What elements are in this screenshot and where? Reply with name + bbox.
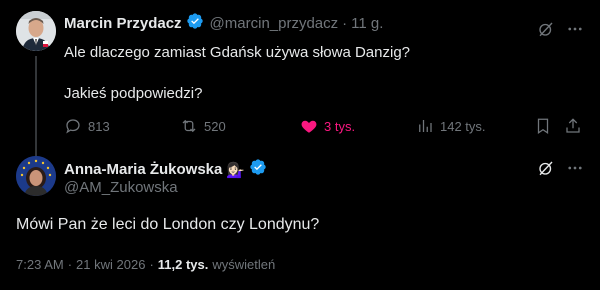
bookmark-button[interactable] [534,117,552,135]
dot-separator: · [67,257,73,272]
avatar-marcin[interactable] [16,11,56,51]
dot-separator: · [149,257,154,272]
author-name[interactable]: Marcin Przydacz [64,15,182,32]
more-icon[interactable] [566,20,584,43]
bookmark-icon [537,118,549,134]
retweet-button[interactable]: 520 [180,117,226,135]
like-count: 3 tys. [324,118,356,134]
views-count: 142 tys. [440,118,486,134]
reply-count: 813 [88,118,110,134]
views-label: wyświetleń [212,257,276,272]
author-name[interactable]: Anna-Maria Żukowska [64,161,222,178]
retweet-count: 520 [204,118,226,134]
author-handle[interactable]: @AM_Zukowska [64,179,178,196]
tweet-date[interactable]: 21 kwi 2026 [76,257,145,272]
author-emoji: 💁🏻‍♀️ [226,161,246,179]
reply-button[interactable]: 813 [64,117,110,135]
retweet-icon [182,119,196,133]
reply-icon [66,119,80,134]
verified-badge-icon[interactable] [186,12,204,35]
share-button[interactable] [564,117,582,135]
share-icon [566,118,580,133]
like-icon [301,120,317,133]
views-count: 11,2 tys. [157,257,209,272]
verified-badge-icon[interactable] [249,158,267,181]
dot-separator: · [342,15,348,32]
avatar-anna-maria[interactable] [16,156,56,196]
like-button[interactable]: 3 tys. [300,117,355,135]
grok-icon[interactable] [537,159,555,182]
tweet-text: Mówi Pan że leci do London czy Londynu? [16,216,320,233]
views-button[interactable]: 142 tys. [416,117,486,135]
tweet-text-line2: Jakieś podpowiedzi? [64,85,203,102]
grok-icon[interactable] [537,20,555,43]
tweet-metadata: 7:23 AM · 21 kwi 2026 · 11,2 tys. wyświe… [16,257,275,272]
author-handle[interactable]: @marcin_przydacz [210,15,339,32]
more-icon[interactable] [566,159,584,182]
tweet-time[interactable]: 11 g. [351,15,383,32]
avatar-anna-maria-image [16,156,56,196]
thread-connector-line [35,56,37,156]
tweet-text-line1: Ale dlaczego zamiast Gdańsk używa słowa … [64,44,411,61]
views-icon [419,120,432,132]
avatar-marcin-image [16,11,56,51]
tweet-time[interactable]: 7:23 AM [16,257,64,272]
